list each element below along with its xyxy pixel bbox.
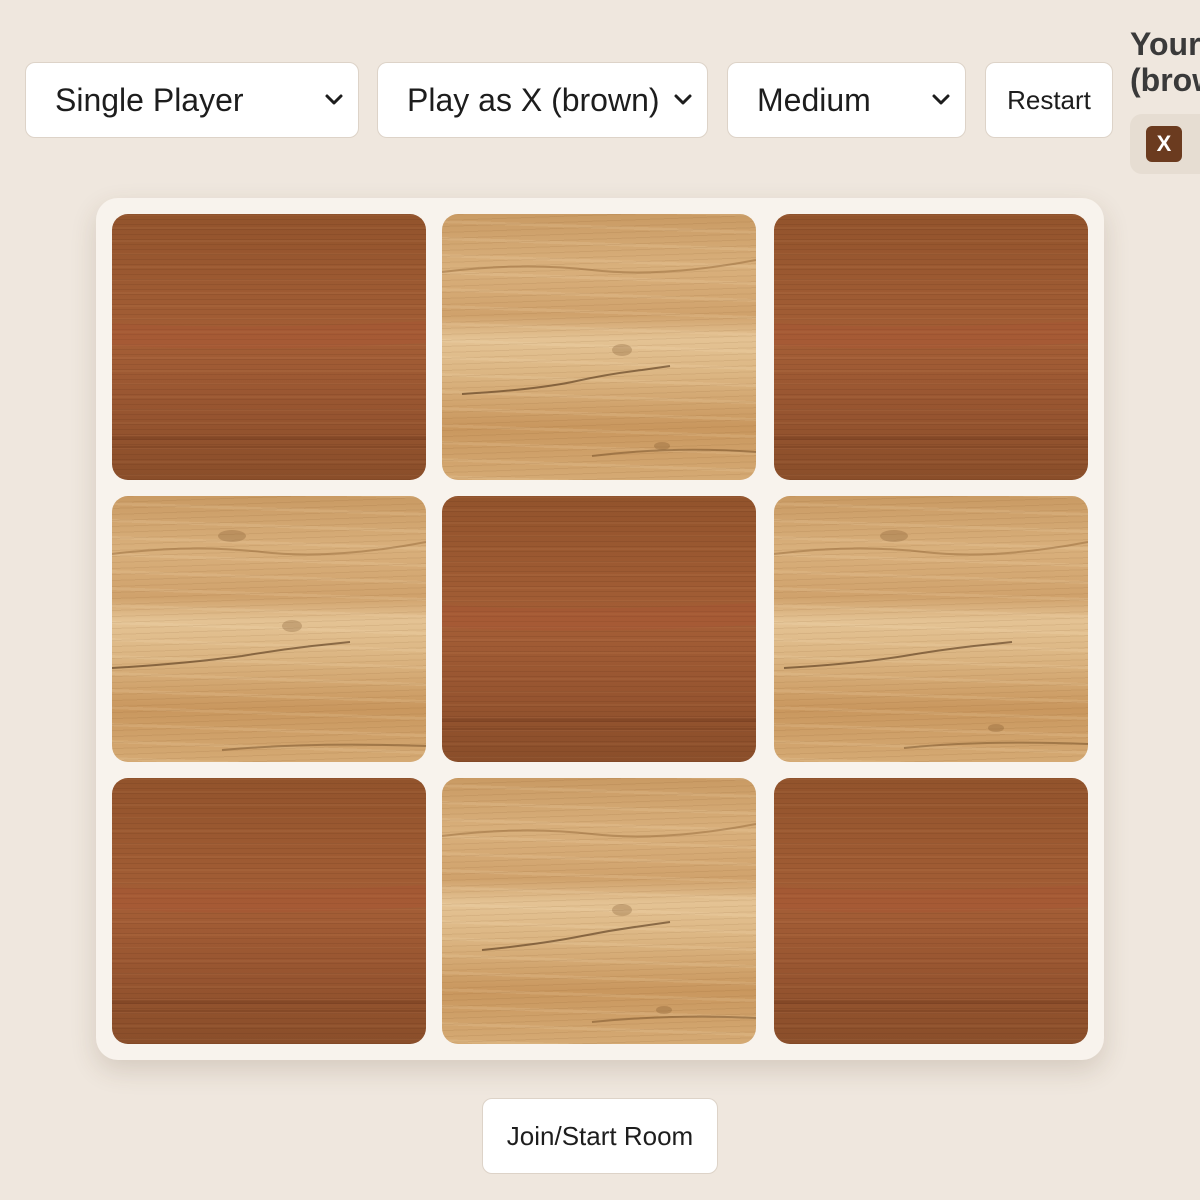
chevron-down-icon — [325, 94, 343, 105]
board-cell-5[interactable] — [442, 496, 756, 762]
player-side-select[interactable]: Play as X (brown) — [377, 62, 708, 138]
current-mark-badge: X — [1146, 126, 1182, 162]
board-cell-7[interactable] — [112, 778, 426, 1044]
difficulty-selected-value: Medium — [757, 81, 871, 118]
board-cell-8[interactable] — [442, 778, 756, 1044]
game-mode-select[interactable]: Single Player — [25, 62, 359, 138]
dark-wood-texture — [112, 321, 426, 448]
chevron-down-icon — [932, 94, 950, 105]
board-cell-6[interactable] — [774, 496, 1088, 762]
game-board — [96, 198, 1104, 1060]
light-wood-texture — [442, 823, 756, 1023]
turn-status-line-1: Your — [1130, 26, 1200, 62]
difficulty-select[interactable]: Medium — [727, 62, 966, 138]
board-cell-1[interactable] — [112, 214, 426, 480]
dark-wood-texture — [442, 603, 756, 730]
light-wood-texture — [774, 530, 1088, 749]
game-mode-selected-value: Single Player — [55, 81, 244, 118]
turn-status-line-2: (brow — [1130, 62, 1200, 98]
dark-wood-texture — [112, 885, 426, 1012]
board-cell-9[interactable] — [774, 778, 1088, 1044]
board-cell-4[interactable] — [112, 496, 426, 762]
light-wood-texture — [442, 259, 756, 457]
board-cell-2[interactable] — [442, 214, 756, 480]
board-cell-3[interactable] — [774, 214, 1088, 480]
turn-indicator: X — [1130, 114, 1200, 174]
light-wood-texture — [112, 530, 426, 751]
dark-wood-texture — [774, 321, 1088, 448]
turn-status-heading: Your (brow — [1130, 26, 1200, 98]
tic-tac-toe-page: Single Player Play as X (brown) Medium R… — [0, 0, 1200, 1200]
restart-button[interactable]: Restart — [985, 62, 1113, 138]
player-side-selected-value: Play as X (brown) — [407, 81, 660, 118]
dark-wood-texture — [774, 885, 1088, 1012]
chevron-down-icon — [674, 94, 692, 105]
join-start-room-button[interactable]: Join/Start Room — [482, 1098, 718, 1174]
